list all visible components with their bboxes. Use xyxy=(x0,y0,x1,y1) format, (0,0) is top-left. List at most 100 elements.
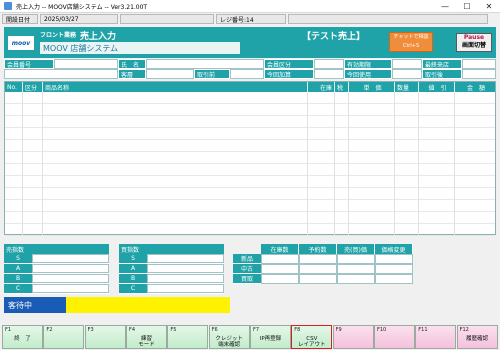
customer-tier-field[interactable] xyxy=(146,69,194,79)
function-key-f4[interactable]: F4 練習 モード xyxy=(125,325,167,349)
member-class-field[interactable] xyxy=(314,59,344,69)
table-cell xyxy=(395,176,419,188)
rank-value xyxy=(147,274,224,283)
pause-button[interactable]: Pause 画面切替 xyxy=(456,33,492,52)
stock-cell xyxy=(375,254,413,264)
table-cell xyxy=(395,92,419,104)
table-cell xyxy=(23,164,43,176)
corner-blank xyxy=(233,244,261,254)
stock-cell xyxy=(261,274,299,284)
function-key-label: 履歴確認 xyxy=(466,336,489,342)
before-transaction-label: 取引前 xyxy=(194,69,230,79)
chat-consult-button[interactable]: チャットで相談 Ctrl+S xyxy=(389,32,433,52)
function-key-f12[interactable]: F12 履歴確認 xyxy=(456,325,498,349)
customer-tier-label: 客層 xyxy=(118,69,146,79)
customer-row-1: 会員番号 氏 名 会員区分 有効期限 最終来店 xyxy=(4,59,496,69)
function-key-f5[interactable]: F5 xyxy=(167,325,209,349)
stock-column-header: 価格変更 xyxy=(375,244,413,254)
function-key-f9[interactable]: F9 xyxy=(332,325,374,349)
function-key-f6[interactable]: F6 クレジット 端末確認 xyxy=(208,325,250,349)
table-row[interactable] xyxy=(5,224,495,236)
function-key-f1[interactable]: F1 終 了 xyxy=(2,325,43,349)
table-cell xyxy=(5,116,23,128)
table-cell xyxy=(43,212,308,224)
maximize-icon[interactable]: ☐ xyxy=(456,0,478,13)
name-field[interactable] xyxy=(146,59,264,69)
function-key-label: CSV レイアウト xyxy=(298,336,326,348)
table-cell xyxy=(455,188,495,200)
last-visit-field[interactable] xyxy=(462,59,496,69)
function-key-bar: F1 終 了 F2 F3 F4 練習 モード F5 F6 クレジット 端末確認 F7 IP再登録 F8… xyxy=(2,325,498,349)
points-added-field[interactable] xyxy=(314,69,344,79)
minimize-icon[interactable]: — xyxy=(434,0,456,13)
stock-cell xyxy=(261,254,299,264)
table-cell xyxy=(419,92,455,104)
table-cell xyxy=(335,224,349,236)
waiting-field xyxy=(66,297,230,313)
table-cell xyxy=(5,152,23,164)
function-key-number: F3 xyxy=(87,327,94,333)
function-key-label: IP再登録 xyxy=(259,336,282,342)
stock-cell xyxy=(261,264,299,274)
screen-switch-label: 画面切替 xyxy=(461,42,486,49)
table-row[interactable] xyxy=(5,176,495,188)
table-cell xyxy=(455,200,495,212)
function-key-f2[interactable]: F2 xyxy=(43,325,85,349)
table-cell xyxy=(455,128,495,140)
rank-label: A xyxy=(119,264,147,273)
register-number: レジ番号:14 xyxy=(216,14,286,24)
system-name: MOOV 店舗システム xyxy=(40,42,240,54)
close-icon[interactable]: ✕ xyxy=(478,0,500,13)
stock-cell xyxy=(337,274,375,284)
function-key-f7[interactable]: F7 IP再登録 xyxy=(249,325,291,349)
table-row[interactable] xyxy=(5,152,495,164)
table-cell xyxy=(349,200,395,212)
table-row[interactable] xyxy=(5,92,495,104)
name-label: 氏 名 xyxy=(118,59,146,69)
table-row[interactable] xyxy=(5,200,495,212)
table-row[interactable] xyxy=(5,104,495,116)
function-key-f3[interactable]: F3 xyxy=(84,325,126,349)
after-transaction-field[interactable] xyxy=(462,69,496,79)
table-cell xyxy=(455,152,495,164)
table-cell xyxy=(335,212,349,224)
table-cell xyxy=(419,224,455,236)
column-header: No. xyxy=(5,82,23,92)
table-row[interactable] xyxy=(5,140,495,152)
before-transaction-field[interactable] xyxy=(230,69,264,79)
expiry-field[interactable] xyxy=(392,59,422,69)
panel-row: S xyxy=(119,254,224,264)
table-cell xyxy=(349,128,395,140)
function-key-f10[interactable]: F10 xyxy=(373,325,415,349)
table-cell xyxy=(349,212,395,224)
rank-value xyxy=(32,274,109,283)
stock-row-label: 中古 xyxy=(233,264,261,274)
table-row[interactable] xyxy=(5,188,495,200)
points-used-field[interactable] xyxy=(392,69,422,79)
table-cell xyxy=(335,116,349,128)
table-cell xyxy=(43,164,308,176)
member-class-label: 会員区分 xyxy=(264,59,314,69)
sales-item-table[interactable]: No. 区分 商品名称 在庫 税 単 価 数量 値 引 金 額 xyxy=(4,81,496,236)
function-key-f11[interactable]: F11 xyxy=(415,325,457,349)
stock-row: 買取 xyxy=(233,274,413,284)
column-header: 区分 xyxy=(23,82,43,92)
table-cell xyxy=(455,164,495,176)
column-header: 税 xyxy=(335,82,349,92)
table-cell xyxy=(395,104,419,116)
rank-label: C xyxy=(4,284,32,293)
table-cell xyxy=(308,92,335,104)
table-cell xyxy=(43,116,308,128)
table-row[interactable] xyxy=(5,116,495,128)
table-row[interactable] xyxy=(5,128,495,140)
function-key-label: 練習 モード xyxy=(138,336,155,348)
panel-row: S xyxy=(4,254,109,264)
table-row[interactable] xyxy=(5,164,495,176)
table-row[interactable] xyxy=(5,212,495,224)
member-number-field[interactable] xyxy=(54,59,118,69)
table-cell xyxy=(43,152,308,164)
function-key-f8[interactable]: F8 CSV レイアウト xyxy=(291,325,333,349)
table-cell xyxy=(5,212,23,224)
function-key-number: F4 xyxy=(128,327,136,333)
table-cell xyxy=(43,92,308,104)
